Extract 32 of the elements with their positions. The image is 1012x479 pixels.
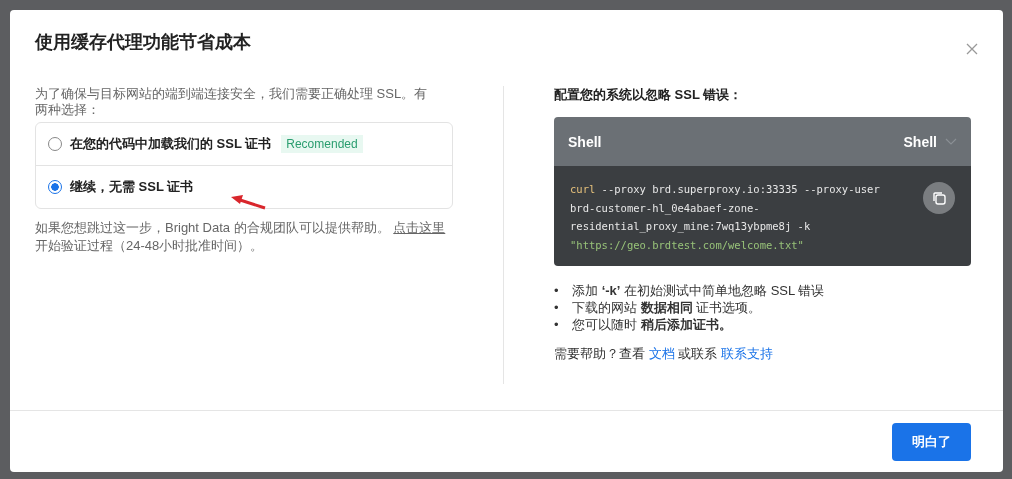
radio-option[interactable]: 继续，无需 SSL 证书 [36, 165, 452, 208]
help-text: 需要帮助？查看 [554, 346, 645, 361]
tip-item: 您可以随时 稍后添加证书。 [572, 316, 732, 333]
docs-link[interactable]: 文档 [648, 346, 675, 361]
bullet: • [554, 316, 560, 333]
language-dropdown[interactable]: Shell [903, 133, 957, 150]
intro-text: 为了确保与目标网站的端到端连接安全，我们需要正确处理 SSL。有两种选择： [35, 86, 429, 118]
radio-option[interactable]: 在您的代码中加载我们的 SSL 证书 Recomended [36, 123, 452, 165]
click-here-link[interactable]: 点击这里 [393, 220, 446, 235]
bullet: • [554, 299, 560, 316]
code-title: Shell [568, 133, 602, 150]
got-it-button[interactable]: 明白了 [892, 423, 971, 461]
help-text: 或联系 [678, 346, 718, 361]
support-link[interactable]: 联系支持 [720, 346, 773, 361]
close-icon[interactable] [965, 42, 979, 56]
recommended-badge: Recomended [281, 135, 363, 153]
bullet: • [554, 282, 560, 299]
option-label: 继续，无需 SSL 证书 [70, 178, 194, 196]
radio-button[interactable] [48, 180, 62, 194]
option-label: 在您的代码中加载我们的 SSL 证书 [70, 135, 272, 153]
dialog-title: 使用缓存代理功能节省成本 [35, 31, 251, 54]
chevron-icon [945, 137, 957, 146]
copy-button[interactable] [923, 182, 955, 214]
code-line: residential_proxy_mine:7wq13ybpme8j -k [570, 219, 811, 235]
tip-item: 下载的网站 数据相同 证书选项。 [572, 299, 762, 316]
code-line: "https://geo.brdtest.com/welcome.txt" [570, 237, 804, 253]
code-line: brd-customer-hl_0e4abaef-zone- [570, 200, 760, 217]
config-heading: 配置您的系统以忽略 SSL 错误： [554, 86, 744, 104]
copy-icon [932, 191, 946, 205]
tip-item: 添加 ‘-k’ 在初始测试中简单地忽略 SSL 错误 [572, 282, 825, 299]
code-line: curl --proxy brd.superproxy.io:33335 --proxy-user [570, 182, 880, 197]
help-note: 如果您想跳过这一步，Bright Data 的合规团队可以提供帮助。 点击这里 开始验证过程（24-48小时批准时间）。 [35, 219, 447, 255]
